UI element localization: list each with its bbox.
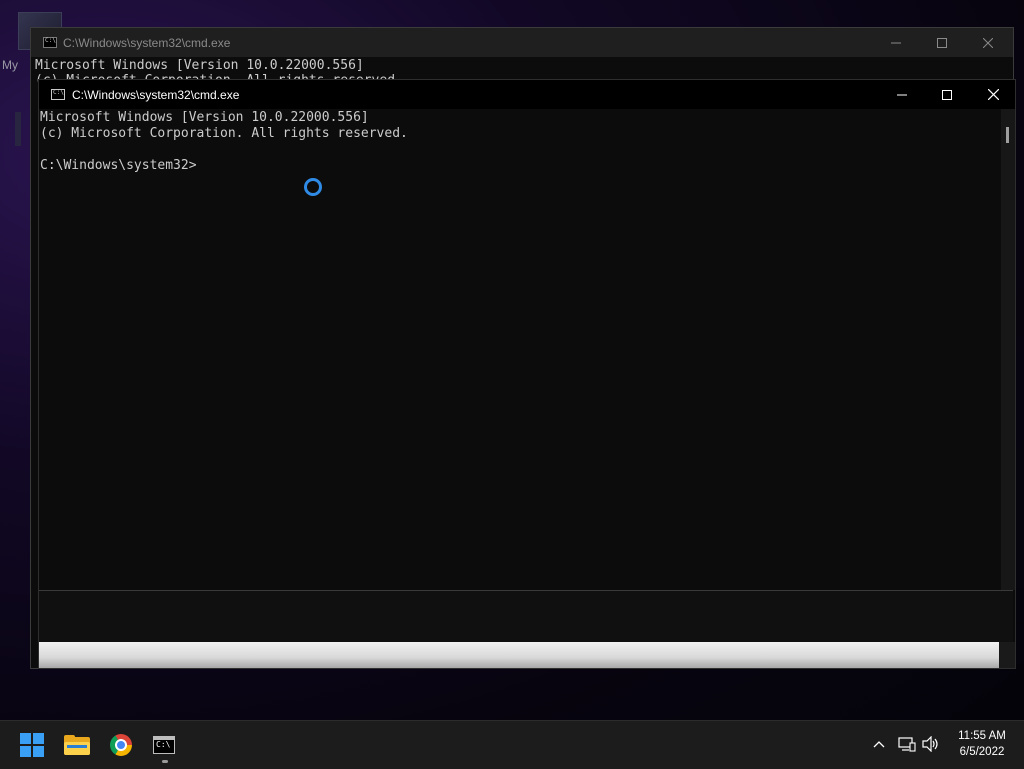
network-button[interactable] <box>896 734 918 754</box>
minimize-button[interactable] <box>879 80 925 109</box>
maximize-button[interactable] <box>924 80 970 109</box>
command-prompt-button[interactable]: C:\ <box>144 725 184 765</box>
clock[interactable]: 11:55 AM 6/5/2022 <box>946 728 1018 760</box>
start-button[interactable] <box>12 725 52 765</box>
minimize-icon <box>897 94 907 95</box>
scrollbar-corner <box>999 642 1015 668</box>
console-lower-area <box>39 590 1013 643</box>
maximize-icon <box>937 37 947 48</box>
scrollbar-thumb[interactable] <box>1006 127 1009 143</box>
chevron-up-icon <box>873 741 885 748</box>
cmd-window[interactable]: C:\Windows\system32\cmd.exe Microsoft Wi… <box>38 79 1016 669</box>
chrome-button[interactable] <box>101 725 141 765</box>
vertical-scrollbar[interactable] <box>1001 109 1015 590</box>
cmd-icon <box>43 37 57 48</box>
minimize-button[interactable] <box>873 28 919 57</box>
volume-icon <box>922 736 938 752</box>
network-icon <box>898 737 916 752</box>
console-line: Microsoft Windows [Version 10.0.22000.55… <box>35 58 364 73</box>
close-button[interactable] <box>965 28 1011 57</box>
terminal-icon: C:\ <box>153 736 175 754</box>
titlebar[interactable]: C:\Windows\system32\cmd.exe <box>39 80 1015 109</box>
console-output[interactable]: Microsoft Windows [Version 10.0.22000.55… <box>39 109 1001 590</box>
desktop-shortcut2-icon[interactable] <box>15 112 21 146</box>
clock-time: 11:55 AM <box>958 730 1006 742</box>
console-line: (c) Microsoft Corporation. All rights re… <box>40 126 408 141</box>
maximize-icon <box>942 89 952 100</box>
console-prompt: C:\Windows\system32> <box>40 158 197 173</box>
titlebar[interactable]: C:\Windows\system32\cmd.exe <box>31 28 1013 57</box>
chrome-icon <box>110 734 132 756</box>
folder-icon <box>64 735 90 755</box>
cmd-icon <box>51 89 65 100</box>
running-indicator <box>162 760 168 763</box>
minimize-icon <box>891 42 901 43</box>
maximize-button[interactable] <box>919 28 965 57</box>
volume-button[interactable] <box>920 734 942 754</box>
show-hidden-icons-button[interactable] <box>868 734 890 754</box>
horizontal-scrollbar[interactable] <box>39 642 999 668</box>
close-button[interactable] <box>970 80 1016 109</box>
windows-logo-icon <box>20 733 44 757</box>
clock-date: 6/5/2022 <box>959 746 1005 758</box>
window-title: C:\Windows\system32\cmd.exe <box>72 87 240 102</box>
console-line: Microsoft Windows [Version 10.0.22000.55… <box>40 110 369 125</box>
close-icon <box>987 89 999 100</box>
window-title: C:\Windows\system32\cmd.exe <box>63 35 231 50</box>
close-icon <box>983 37 993 48</box>
file-explorer-button[interactable] <box>57 725 97 765</box>
busy-cursor-icon <box>304 178 322 196</box>
desktop-shortcut-label: My <box>2 58 18 72</box>
